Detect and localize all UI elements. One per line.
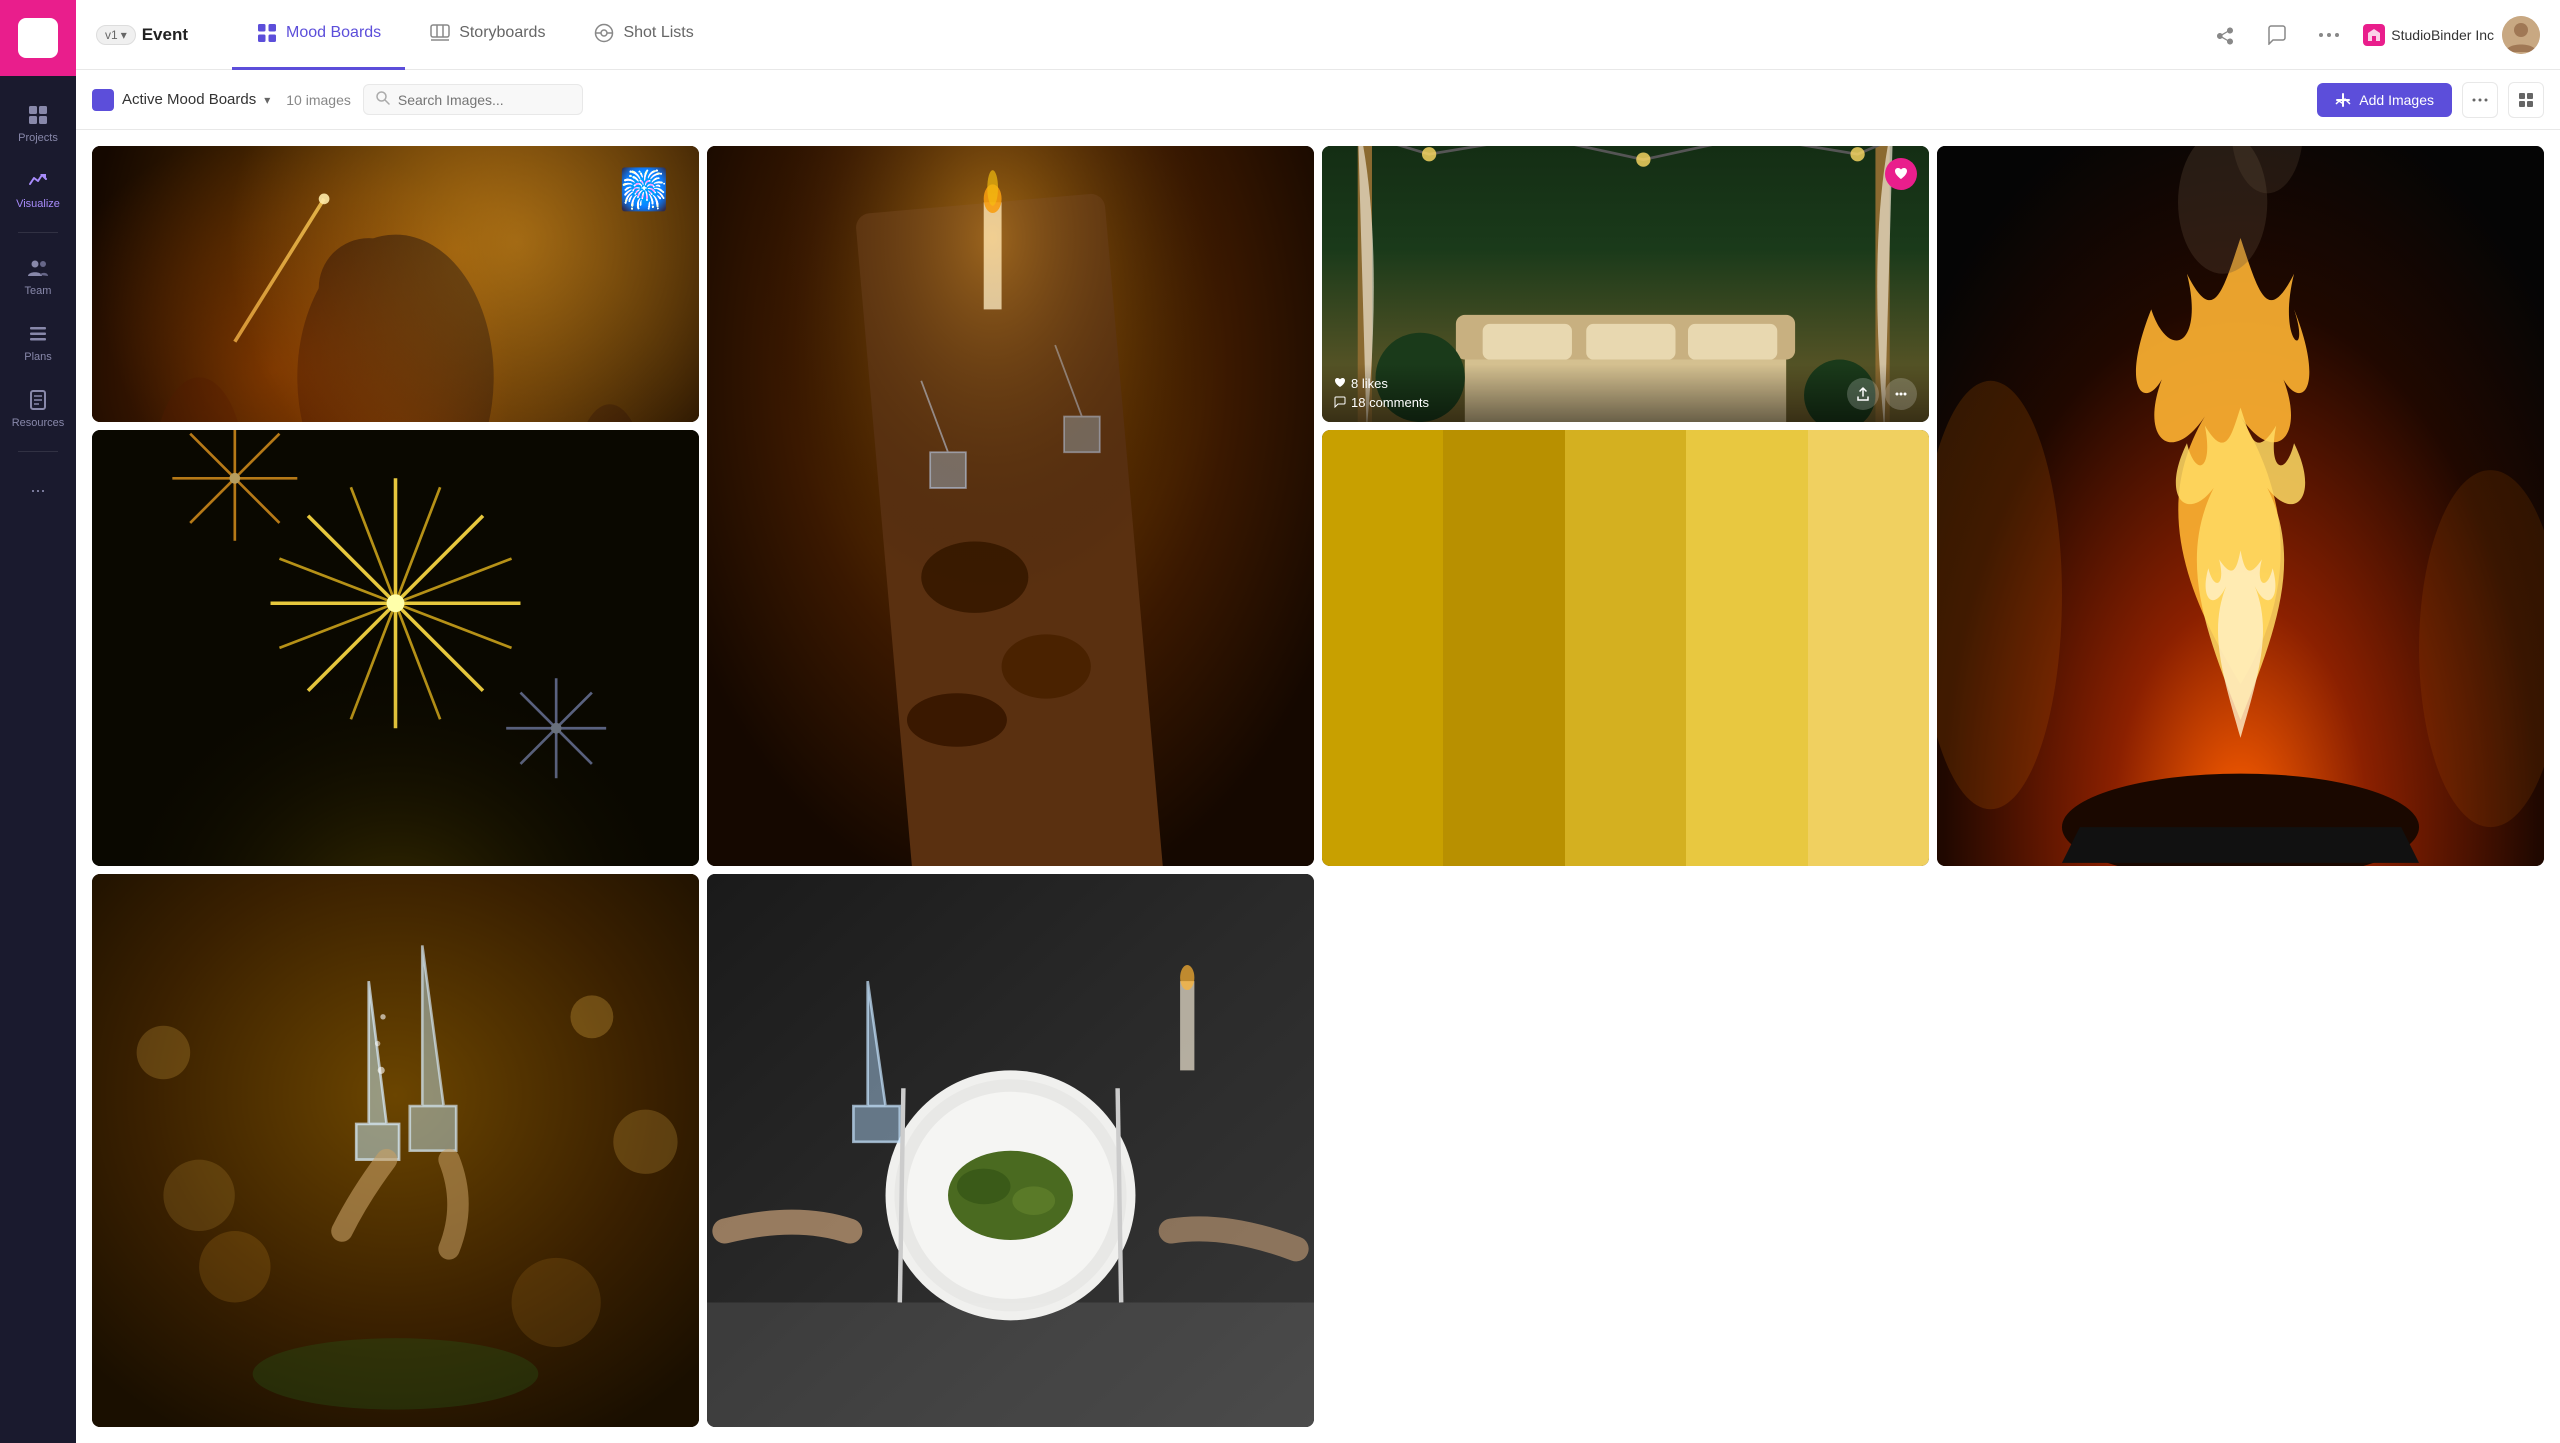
resources-icon [25, 387, 51, 413]
outdoor-image-overlay: 8 likes 18 comments [1322, 364, 1929, 422]
image-count: 10 images [286, 92, 351, 108]
outdoor-image-actions [1847, 378, 1917, 410]
upload-action-btn[interactable] [1847, 378, 1879, 410]
org-icon [2363, 24, 2385, 46]
sidebar-nav: Projects Visualize Team [0, 76, 76, 509]
toolbar-more-button[interactable] [2462, 82, 2498, 118]
palette-strip-2 [1443, 430, 1564, 866]
user-section[interactable]: StudioBinder Inc [2363, 16, 2540, 54]
add-images-label: Add Images [2359, 92, 2434, 108]
projects-icon [25, 102, 51, 128]
version-badge[interactable]: v1 ▾ [96, 25, 136, 45]
top-navigation: v1 ▾ Event Mood Boards [76, 0, 2560, 70]
image-item-fire[interactable] [1937, 146, 2544, 866]
image-item-party[interactable] [92, 146, 699, 422]
visualize-icon [25, 168, 51, 194]
image-item-fireworks[interactable] [92, 430, 699, 866]
image-item-outdoor[interactable]: 8 likes 18 comments [1322, 146, 1929, 422]
toolbar: Active Mood Boards ▾ 10 images Add Image… [76, 70, 2560, 130]
comments-count: 18 comments [1351, 395, 1429, 410]
image-grid: 8 likes 18 comments [76, 130, 2560, 1443]
version-arrow: ▾ [121, 28, 127, 42]
add-images-button[interactable]: Add Images [2317, 83, 2452, 117]
projects-label: Projects [18, 132, 58, 144]
sidebar: Projects Visualize Team [0, 0, 76, 1443]
image-item-elegant-table[interactable] [707, 874, 1314, 1427]
search-box [363, 84, 583, 115]
tab-shot-lists[interactable]: Shot Lists [569, 0, 717, 70]
palette-strip-5 [1808, 430, 1929, 866]
sidebar-more-btn[interactable]: ... [18, 464, 57, 509]
resources-label: Resources [12, 417, 65, 429]
toolbar-right: Add Images [2317, 82, 2544, 118]
main-content: v1 ▾ Event Mood Boards [76, 0, 2560, 1443]
team-icon [25, 255, 51, 281]
comments-stat: 18 comments [1334, 395, 1429, 410]
mood-board-selector[interactable]: Active Mood Boards ▾ [92, 89, 270, 111]
outdoor-image-stats: 8 likes 18 comments [1334, 376, 1429, 410]
team-label: Team [25, 285, 52, 297]
image-item-toast[interactable] [92, 874, 699, 1427]
likes-stat: 8 likes [1334, 376, 1429, 391]
palette-strip-3 [1565, 430, 1686, 866]
search-icon [376, 91, 390, 108]
sidebar-divider [18, 232, 58, 233]
palette-strip-4 [1686, 430, 1807, 866]
image-item-dining[interactable] [707, 146, 1314, 866]
palette-strip-1 [1322, 430, 1443, 866]
user-avatar [2502, 16, 2540, 54]
org-info: StudioBinder Inc [2363, 24, 2494, 46]
plans-label: Plans [24, 351, 52, 363]
sidebar-item-projects[interactable]: Projects [0, 92, 76, 154]
mood-board-dropdown-arrow: ▾ [264, 93, 270, 107]
image-item-palette[interactable] [1322, 430, 1929, 866]
shot-lists-tab-label: Shot Lists [623, 24, 693, 42]
tab-mood-boards[interactable]: Mood Boards [232, 0, 405, 70]
topnav-right: StudioBinder Inc [2207, 16, 2540, 54]
sidebar-item-plans[interactable]: Plans [0, 311, 76, 373]
org-name: StudioBinder Inc [2391, 27, 2494, 43]
storyboards-tab-label: Storyboards [459, 24, 545, 42]
version-label: v1 [105, 28, 118, 42]
comments-button[interactable] [2259, 17, 2295, 53]
project-tag: v1 ▾ Event [96, 25, 212, 45]
search-input[interactable] [398, 92, 570, 108]
storyboards-tab-icon [429, 22, 451, 44]
share-button[interactable] [2207, 17, 2243, 53]
likes-count: 8 likes [1351, 376, 1388, 391]
mood-boards-tab-icon [256, 22, 278, 44]
logo-icon [18, 18, 58, 58]
mood-boards-tab-label: Mood Boards [286, 24, 381, 42]
sidebar-item-visualize[interactable]: Visualize [0, 158, 76, 220]
sidebar-item-resources[interactable]: Resources [0, 377, 76, 439]
sidebar-item-team[interactable]: Team [0, 245, 76, 307]
plans-icon [25, 321, 51, 347]
more-action-btn[interactable] [1885, 378, 1917, 410]
mood-board-color-swatch [92, 89, 114, 111]
tab-storyboards[interactable]: Storyboards [405, 0, 569, 70]
app-logo[interactable] [0, 0, 76, 76]
mood-board-name: Active Mood Boards [122, 91, 256, 108]
heart-badge [1885, 158, 1917, 190]
sidebar-divider-2 [18, 451, 58, 452]
more-options-button[interactable] [2311, 17, 2347, 53]
visualize-label: Visualize [16, 198, 60, 210]
navigation-tabs: Mood Boards Storyboards [232, 0, 718, 69]
toolbar-grid-button[interactable] [2508, 82, 2544, 118]
project-name: Event [142, 25, 188, 45]
shot-lists-tab-icon [593, 22, 615, 44]
